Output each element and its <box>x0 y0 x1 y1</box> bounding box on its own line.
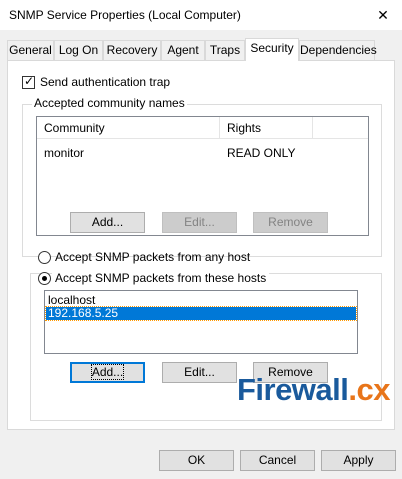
checkmark-icon: ✓ <box>24 74 35 88</box>
host-item-192-168-5-25[interactable]: 192.168.5.25 <box>45 306 357 321</box>
send-auth-trap-label: Send authentication trap <box>40 75 171 89</box>
accept-these-hosts-label: Accept SNMP packets from these hosts <box>52 271 270 285</box>
column-header-rights[interactable]: Rights <box>227 121 261 135</box>
community-names-group-title: Accepted community names <box>32 96 187 110</box>
cancel-button[interactable]: Cancel <box>240 450 315 471</box>
ok-button[interactable]: OK <box>159 450 234 471</box>
apply-button[interactable]: Apply <box>321 450 396 471</box>
rights-cell[interactable]: READ ONLY <box>227 146 295 160</box>
tab-general[interactable]: General <box>7 40 54 60</box>
community-list-header: Community Rights <box>37 117 368 139</box>
column-header-community[interactable]: Community <box>44 121 105 135</box>
host-add-button[interactable]: Add... <box>70 362 145 383</box>
community-remove-button[interactable]: Remove <box>253 212 328 233</box>
accept-any-host-radio[interactable] <box>38 251 51 264</box>
watermark-suffix-text: .cx <box>348 372 390 407</box>
tab-agent[interactable]: Agent <box>161 40 205 60</box>
community-edit-button[interactable]: Edit... <box>162 212 237 233</box>
accept-these-hosts-radio[interactable] <box>38 272 51 285</box>
host-add-label: Add... <box>90 364 125 380</box>
apply-label: Apply <box>343 453 374 467</box>
column-separator <box>219 117 220 138</box>
tab-log-on[interactable]: Log On <box>54 40 103 60</box>
close-button[interactable]: ✕ <box>364 0 402 30</box>
title-bar: SNMP Service Properties (Local Computer)… <box>0 0 402 30</box>
hosts-list[interactable]: localhost 192.168.5.25 <box>44 290 358 354</box>
close-icon: ✕ <box>377 6 389 23</box>
ok-label: OK <box>187 453 206 467</box>
dialog-client-area: General Log On Recovery Agent Traps Secu… <box>0 30 402 479</box>
tab-dependencies[interactable]: Dependencies <box>299 40 377 60</box>
accept-any-host-label: Accept SNMP packets from any host <box>55 250 251 264</box>
community-add-label: Add... <box>91 215 124 229</box>
tab-recovery[interactable]: Recovery <box>103 40 161 60</box>
community-add-button[interactable]: Add... <box>70 212 145 233</box>
column-separator <box>312 117 313 138</box>
firewall-cx-watermark: Firewall.cx <box>236 372 391 408</box>
tab-security[interactable]: Security <box>245 38 299 61</box>
host-edit-button[interactable]: Edit... <box>162 362 237 383</box>
tab-traps[interactable]: Traps <box>205 40 245 60</box>
send-auth-trap-checkbox[interactable]: ✓ <box>22 74 35 89</box>
window-title: SNMP Service Properties (Local Computer) <box>9 8 241 22</box>
community-edit-label: Edit... <box>184 215 215 229</box>
host-edit-label: Edit... <box>184 365 215 379</box>
community-cell[interactable]: monitor <box>44 146 84 160</box>
radio-selected-dot <box>42 276 47 281</box>
cancel-label: Cancel <box>258 453 297 467</box>
community-remove-label: Remove <box>268 215 313 229</box>
watermark-main-text: Firewall <box>236 372 349 407</box>
